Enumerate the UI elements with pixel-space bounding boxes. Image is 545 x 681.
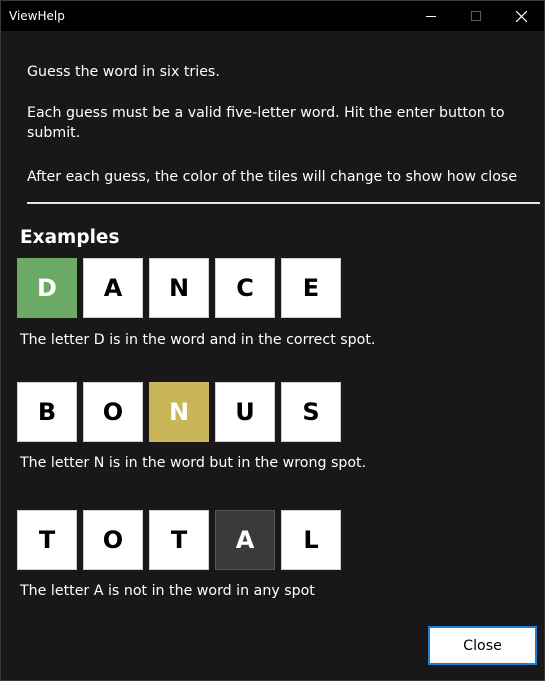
help-window: ViewHelp Guess the word in six tries. Ea… [0,0,545,681]
close-icon [515,10,527,22]
letter-tile: L [281,510,341,570]
intro-line-3: After each guess, the color of the tiles… [27,169,518,185]
letter-tile: A [83,258,143,318]
example-explanation-1: The letter D is in the word and in the c… [20,332,376,348]
letter-tile: O [83,510,143,570]
title-bar: ViewHelp [1,1,544,31]
letter-tile: E [281,258,341,318]
divider [27,202,540,204]
letter-tile: T [17,510,77,570]
example-explanation-2: The letter N is in the word but in the w… [20,455,367,471]
intro-line-2: Each guess must be a valid five-letter w… [27,105,505,141]
minimize-icon [426,16,436,17]
letter-tile: N [149,258,209,318]
letter-tile: N [149,382,209,442]
letter-tile: B [17,382,77,442]
examples-heading: Examples [20,227,120,248]
close-window-button[interactable] [498,1,544,31]
letter-tile: S [281,382,341,442]
intro-line-1: Guess the word in six tries. [27,64,220,80]
letter-tile: D [17,258,77,318]
example-explanation-3: The letter A is not in the word in any s… [20,583,315,599]
maximize-button[interactable] [453,1,499,31]
letter-tile: A [215,510,275,570]
letter-tile: T [149,510,209,570]
letter-tile: C [215,258,275,318]
close-button[interactable]: Close [428,626,537,665]
window-title: ViewHelp [9,9,65,23]
minimize-button[interactable] [408,1,454,31]
letter-tile: U [215,382,275,442]
letter-tile: O [83,382,143,442]
maximize-icon [471,11,481,21]
